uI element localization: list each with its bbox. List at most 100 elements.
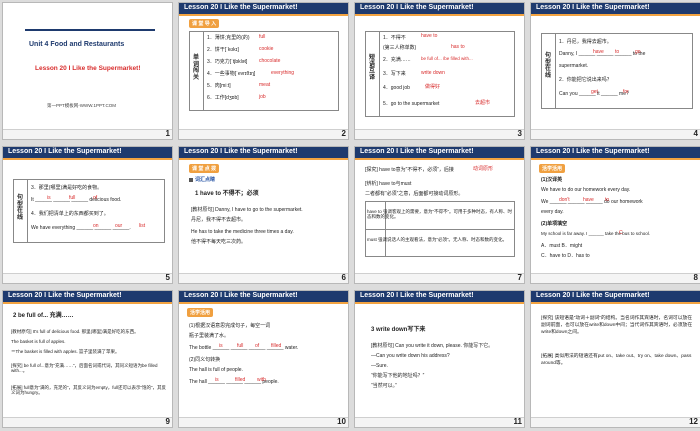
slide-title: Lesson 20 I Like the Supermarket! <box>184 292 298 299</box>
slide-footer: 第一PPT模板网-WWW.1PPT.COM <box>47 103 116 108</box>
extend-line: [拓展] full意为“满的，充足的”，其反义词为empty，full还可以表示… <box>11 385 167 396</box>
point-heading: 1 have to 不得不；必须 <box>195 191 259 197</box>
blank-answer: to <box>615 49 620 55</box>
slide-lesson-title: Lesson 20 I Like the Supermarket! <box>35 65 141 72</box>
slide-thumbnail-9[interactable]: Lesson 20 I Like the Supermarket! 2 be f… <box>2 290 173 428</box>
phrase-answer: 去超市 <box>475 100 491 106</box>
phrase-line: (第三人称单数) <box>383 45 417 51</box>
title-frame <box>25 29 155 31</box>
slide-thumbnail-2[interactable]: Lesson 20 I Like the Supermarket! 课 堂 导 … <box>178 2 349 140</box>
vocab-answer: chocolate <box>259 58 281 64</box>
section-tag: 课 堂 导 入 <box>189 19 220 28</box>
slide-canvas: Unit 4 Food and Restaurants Lesson 20 I … <box>3 3 172 131</box>
blank-answer: is <box>219 343 223 349</box>
slide-header: Lesson 20 I Like the Supermarket! <box>3 147 172 158</box>
blank-answer: our <box>115 223 123 229</box>
exercise-line: every day. <box>541 209 564 215</box>
section-tag: 课 堂 点 拨 <box>189 164 220 173</box>
example-line: “你能写下他的地址吗？” <box>371 373 425 379</box>
slide-canvas: Lesson 20 I Like the Supermarket! [探究] 该… <box>531 291 700 419</box>
slide-thumbnail-3[interactable]: Lesson 20 I Like the Supermarket! 短语互译 1… <box>354 2 525 140</box>
slide-canvas: Lesson 20 I Like the Supermarket! 课 堂 导 … <box>179 3 348 131</box>
slide-thumbnail-11[interactable]: Lesson 20 I Like the Supermarket! 3 writ… <box>354 290 525 428</box>
phrase-line: 1．不得不 <box>383 35 406 41</box>
example-line: —Sure. <box>371 363 388 369</box>
slide-number: 5 <box>165 273 170 282</box>
slide-thumbnail-5[interactable]: Lesson 20 I Like the Supermarket! 句型在线 3… <box>2 146 173 284</box>
point-heading: 2 be full of... 充满…… <box>13 313 74 319</box>
slide-status-bar: 7 <box>355 273 524 283</box>
blank-answer: with <box>257 377 266 383</box>
slide-header: Lesson 20 I Like the Supermarket! <box>531 291 700 302</box>
exercise-heading: (1)汉译英 <box>541 177 563 183</box>
slide-thumbnail-10[interactable]: Lesson 20 I Like the Supermarket! 活学活用 (… <box>178 290 349 428</box>
phrase-line: 2．充满…… <box>383 57 411 63</box>
phrase-answer: be full of... /be filled with... <box>421 56 473 61</box>
exercise-heading: (2)单项填空 <box>541 221 568 227</box>
slide-canvas: Lesson 20 I Like the Supermarket! 3 writ… <box>355 291 524 419</box>
phrase-line: 3．写下来 <box>383 71 406 77</box>
header-stripe <box>179 158 348 160</box>
header-stripe <box>179 14 348 16</box>
example-line: “当然可以。” <box>371 383 397 389</box>
slide-thumbnail-12[interactable]: Lesson 20 I Like the Supermarket! [探究] 该… <box>530 290 700 428</box>
slide-thumbnail-6[interactable]: Lesson 20 I Like the Supermarket! 课 堂 点 … <box>178 146 349 284</box>
slide-thumbnail-4[interactable]: Lesson 20 I Like the Supermarket! 句型在线 1… <box>530 2 700 140</box>
row-label: 句型在线 <box>544 53 551 79</box>
example-line: [教材原句] Can you write it down, please. 你能… <box>371 343 494 349</box>
blank-answer: on <box>93 223 99 229</box>
table-divider <box>203 31 204 111</box>
slide-header: Lesson 20 I Like the Supermarket! <box>3 291 172 302</box>
slide-title: Lesson 20 I Like the Supermarket! <box>536 148 650 155</box>
compare-row: have to 强调客观上的需要，意为“不得不”。可用于多种时态，有人称、时态和… <box>367 209 513 220</box>
blank-answer: of <box>255 343 260 349</box>
row-label: 短语互译 <box>368 55 375 81</box>
slide-number: 11 <box>513 417 522 426</box>
slide-unit-title: Unit 4 Food and Restaurants <box>29 41 125 48</box>
blank-answer: of <box>93 195 98 201</box>
slide-thumbnail-8[interactable]: Lesson 20 I Like the Supermarket! 活学活用 (… <box>530 146 700 284</box>
slide-canvas: Lesson 20 I Like the Supermarket! 句型在线 1… <box>531 3 700 131</box>
slide-number: 12 <box>689 417 698 426</box>
slide-number: 10 <box>337 417 346 426</box>
slide-canvas: Lesson 20 I Like the Supermarket! 课 堂 点 … <box>179 147 348 275</box>
blank-answer: get <box>591 89 598 95</box>
exercise-line: My school is far away. I ______ take the… <box>541 231 650 236</box>
slide-number: 8 <box>693 273 698 282</box>
slide-title: Lesson 20 I Like the Supermarket! <box>360 292 474 299</box>
slide-thumbnail-1[interactable]: Unit 4 Food and Restaurants Lesson 20 I … <box>2 2 173 140</box>
slide-status-bar: 1 <box>3 129 172 139</box>
phrase-answer: have to <box>421 33 438 39</box>
blank-answer: have <box>593 49 604 55</box>
compare-line: 二者都有“必须”之意，后面都可接动词原形。 <box>365 191 464 197</box>
row-label: 单词闯关 <box>192 55 199 81</box>
example-line: ＝The basket is filled with apples. 篮子里装满… <box>11 349 120 354</box>
exercise-line: We have to do our homework every day. <box>541 187 631 193</box>
vocab-line: 6．工作[dʒɒb] <box>207 95 239 101</box>
explore-answer: 动词原形 <box>473 166 494 172</box>
slide-header: Lesson 20 I Like the Supermarket! <box>179 3 348 14</box>
example-line: He has to take the medicine three times … <box>191 229 294 235</box>
slide-status-bar: 10 <box>179 417 348 427</box>
slide-status-bar: 12 <box>531 417 700 427</box>
header-stripe <box>355 302 524 304</box>
slide-number: 4 <box>693 129 698 138</box>
exercise-line: The hall is full of people. <box>189 367 243 373</box>
extend-line: [拓展] 类似用法的短语还有put on、take out、try on、tak… <box>541 354 692 367</box>
slide-title: Lesson 20 I Like the Supermarket! <box>184 148 298 155</box>
section-tag: 活学活用 <box>539 164 566 173</box>
slide-thumbnail-7[interactable]: Lesson 20 I Like the Supermarket! [探究] h… <box>354 146 525 284</box>
blank-answer: go <box>635 49 641 55</box>
exercise-heading: (2)同义句转换 <box>189 357 221 363</box>
slide-title: Lesson 20 I Like the Supermarket! <box>8 292 122 299</box>
table-divider <box>379 31 380 117</box>
bullet-square <box>189 178 193 182</box>
example-line: [教材原句] It's full of delicious food. 那里(哪… <box>11 329 139 334</box>
vocab-answer: full <box>259 34 266 40</box>
sentence-line: 4．我们把清单上的东西都买到了。 <box>31 211 109 217</box>
header-stripe <box>531 302 700 304</box>
explore-line: [探究] be full of...意为“充满……”，后面名词或代词，其同义短语… <box>11 363 158 374</box>
example-line: The basket is full of apples. <box>11 339 66 344</box>
blank-answer: filled <box>271 343 282 349</box>
slide-canvas: Lesson 20 I Like the Supermarket! 活学活用 (… <box>531 147 700 275</box>
